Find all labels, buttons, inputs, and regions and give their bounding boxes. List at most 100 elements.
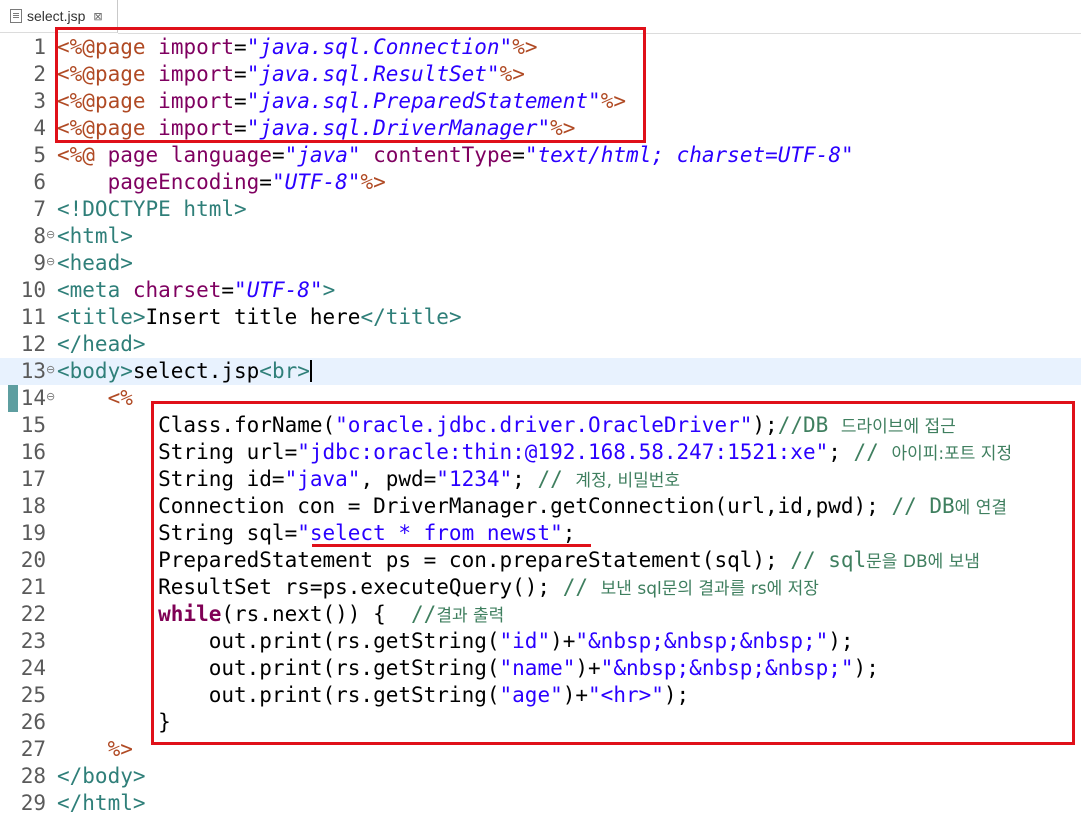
code-line[interactable]: 9 ⊖ <head>: [0, 250, 1081, 277]
code-token: =: [259, 170, 272, 194]
fold-toggle-icon[interactable]: ⊖: [46, 383, 55, 410]
line-number: 11: [20, 305, 46, 329]
code-token: </title>: [360, 305, 462, 329]
code-token: contentType: [373, 143, 513, 167]
code-text: <head>: [57, 250, 133, 277]
code-token: <title>: [57, 305, 146, 329]
line-number: 20: [20, 548, 46, 572]
fold-toggle-icon[interactable]: ⊖: [46, 221, 55, 248]
code-text: </head>: [57, 331, 146, 358]
code-token: "text/html; charset=UTF-8": [524, 143, 854, 167]
sql-underline: [312, 544, 591, 547]
code-text: pageEncoding="UTF-8"%>: [57, 169, 386, 196]
line-number: 7: [33, 197, 46, 221]
code-line[interactable]: 11 <title>Insert title here</title>: [0, 304, 1081, 331]
code-token: <head>: [57, 251, 133, 275]
code-text: <%: [57, 385, 133, 412]
code-token: Insert title here: [145, 305, 361, 329]
file-icon: [10, 9, 22, 23]
code-token: <%: [107, 386, 133, 410]
code-line[interactable]: 12 </head>: [0, 331, 1081, 358]
code-token: <!DOCTYPE html>: [57, 197, 247, 221]
line-number: 27: [20, 737, 46, 761]
line-number: 21: [20, 575, 46, 599]
line-number: 29: [20, 791, 46, 815]
code-text: %>: [57, 736, 133, 763]
code-text: </body>: [57, 763, 146, 790]
line-number: 9: [33, 251, 46, 275]
import-highlight-box: [55, 27, 646, 143]
scriptlet-highlight-box: [151, 401, 1075, 745]
line-number: 16: [20, 440, 46, 464]
line-number: 15: [20, 413, 46, 437]
code-token: </body>: [57, 764, 146, 788]
code-token: charset: [132, 278, 222, 302]
code-text: <meta charset="UTF-8">: [57, 277, 335, 304]
tab-label: select.jsp: [27, 8, 86, 24]
line-number: 22: [20, 602, 46, 626]
line-number: 4: [33, 116, 46, 140]
code-token: %>: [360, 170, 386, 194]
code-text: <body>select.jsp<br>: [57, 358, 312, 385]
code-text: </html>: [57, 790, 146, 817]
code-line[interactable]: 8 ⊖ <html>: [0, 223, 1081, 250]
code-token: =: [512, 143, 525, 167]
code-token: "UTF-8": [271, 170, 361, 194]
code-token: </head>: [57, 332, 146, 356]
code-text: <%@ page language="java" contentType="te…: [57, 142, 854, 169]
code-token: page: [107, 143, 159, 167]
line-number: 6: [33, 170, 46, 194]
code-token: =: [271, 143, 285, 167]
line-number: 23: [20, 629, 46, 653]
fold-toggle-icon[interactable]: ⊖: [46, 356, 55, 383]
line-number: 17: [20, 467, 46, 491]
line-number: 8: [33, 224, 46, 248]
code-token: "java": [284, 143, 361, 167]
line-number: 3: [33, 89, 46, 113]
code-token: </html>: [57, 791, 146, 815]
code-line[interactable]: 5 <%@ page language="java" contentType="t…: [0, 142, 1081, 169]
line-number: 13: [20, 359, 46, 383]
code-token: "UTF-8": [234, 278, 323, 302]
line-number: 26: [20, 710, 46, 734]
line-number: 14: [20, 386, 46, 410]
line-number: 24: [20, 656, 46, 680]
code-token: <meta: [57, 278, 121, 302]
line-number: 12: [20, 332, 46, 356]
line-number: 28: [20, 764, 46, 788]
code-token: <br>: [259, 359, 310, 383]
code-token: <html>: [57, 224, 133, 248]
code-token: %>: [107, 737, 133, 761]
line-number: 18: [20, 494, 46, 518]
line-number: 10: [20, 278, 46, 302]
code-token: <body>: [57, 359, 133, 383]
text-caret: [309, 360, 312, 382]
code-token: select.jsp: [132, 359, 260, 383]
fold-toggle-icon[interactable]: ⊖: [46, 248, 55, 275]
code-line[interactable]: 29 </html>: [0, 790, 1081, 817]
close-icon[interactable]: ⊠: [93, 10, 102, 23]
line-number: 19: [20, 521, 46, 545]
line-number: 25: [20, 683, 46, 707]
code-token: <%@: [57, 143, 95, 167]
code-line[interactable]: 13 ⊖ <body>select.jsp<br>: [0, 358, 1081, 385]
line-number: 1: [33, 35, 46, 59]
code-text: <!DOCTYPE html>: [57, 196, 247, 223]
code-line[interactable]: 6 pageEncoding="UTF-8"%>: [0, 169, 1081, 196]
code-line[interactable]: 10 <meta charset="UTF-8">: [0, 277, 1081, 304]
line-number: 2: [33, 62, 46, 86]
code-token: =: [221, 278, 235, 302]
code-text: <title>Insert title here</title>: [57, 304, 462, 331]
code-text: <html>: [57, 223, 133, 250]
code-token: >: [322, 278, 336, 302]
code-line[interactable]: 7 <!DOCTYPE html>: [0, 196, 1081, 223]
code-line[interactable]: 28 </body>: [0, 763, 1081, 790]
line-number: 5: [33, 143, 46, 167]
